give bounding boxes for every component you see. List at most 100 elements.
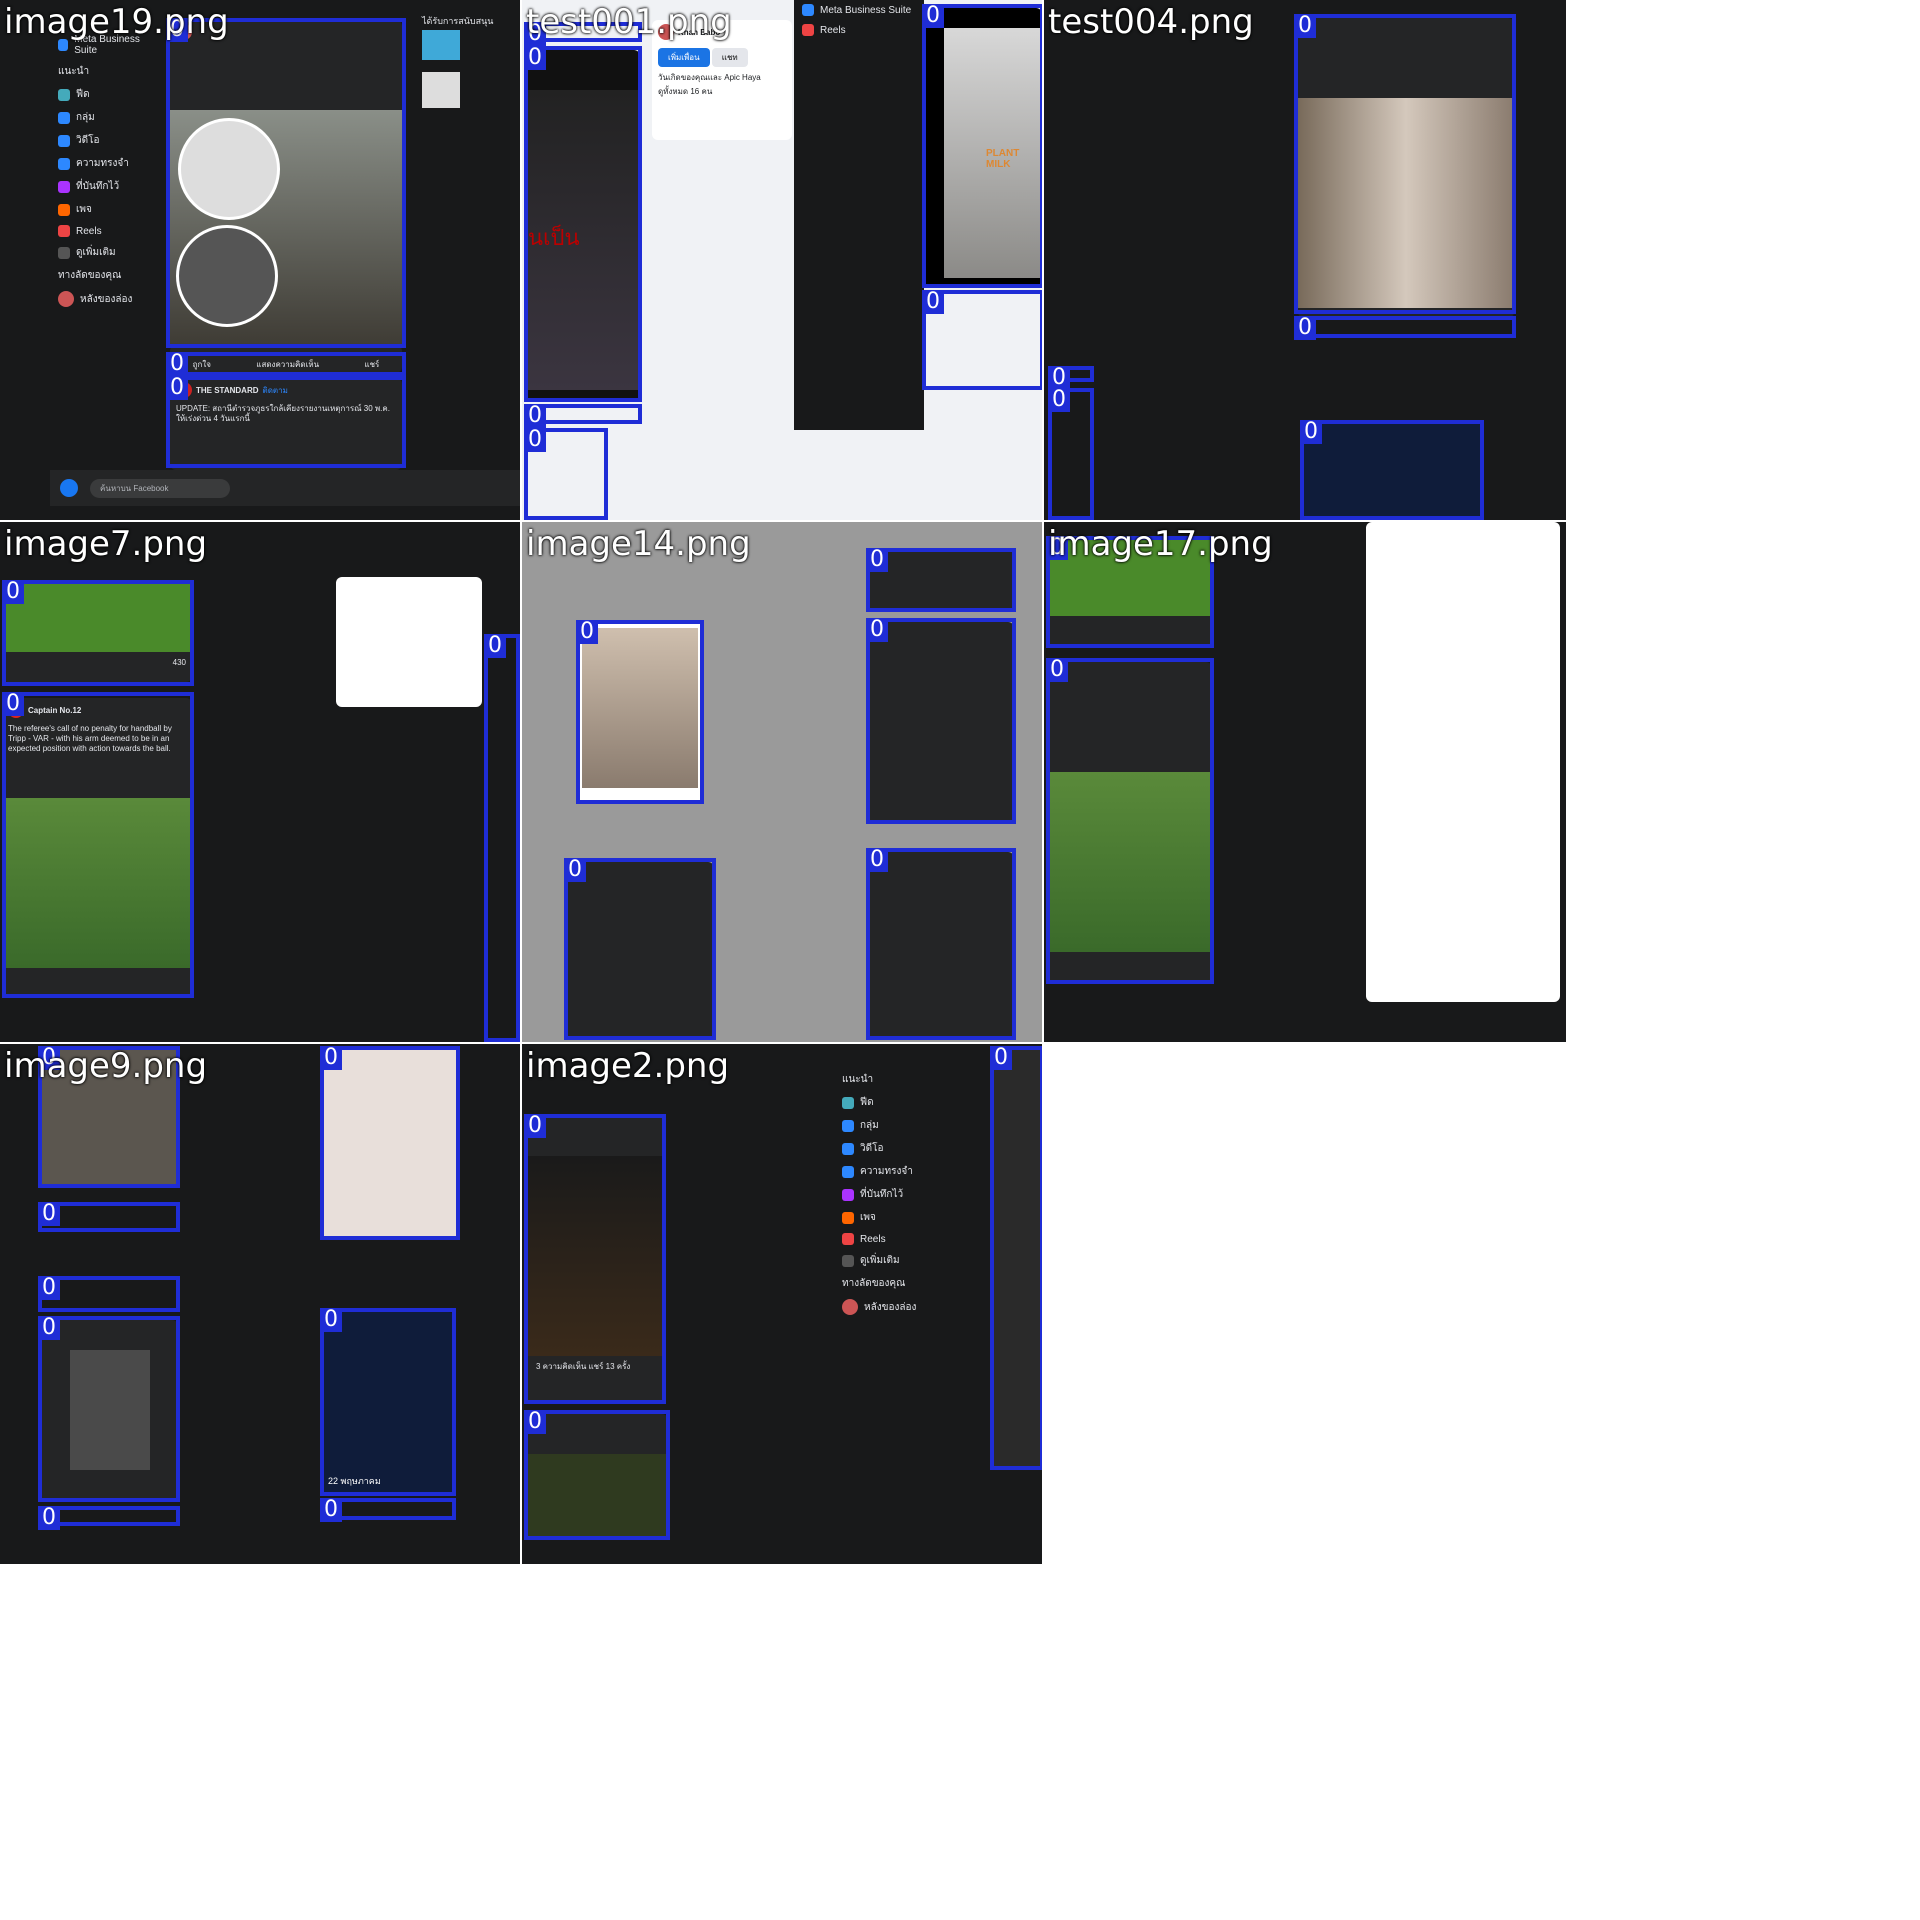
detection-box: 0 (1048, 366, 1094, 390)
detection-box: 0 (1294, 316, 1516, 340)
sidebar: Meta Business Suite Reels (794, 0, 924, 430)
video-frame (526, 1156, 664, 1356)
post-card (578, 622, 702, 802)
share-button[interactable]: แชร์ (364, 358, 379, 371)
detection-box: 0 (38, 1202, 180, 1232)
post-image (582, 628, 698, 788)
post-header: Captain No.12 (2, 698, 192, 722)
sidebar: Meta Business Suite แนะนำ ฟีด กลุ่ม วิดี… (50, 30, 160, 520)
tile-test004: test004.png 0 0 0 0 0 (1044, 0, 1568, 522)
post-image (2, 798, 192, 968)
post-card: THE STANDARD ติดตาม UPDATE: สถานีตำรวจภูธ… (170, 378, 402, 470)
sidebar-item-reels[interactable]: Reels (794, 20, 924, 40)
sidebar-item-feed[interactable]: ฟีด (50, 83, 160, 106)
post-card (868, 550, 1014, 610)
facebook-logo-icon[interactable] (60, 479, 78, 497)
sidebar-section: แนะนำ (842, 1074, 874, 1085)
reels-icon (58, 225, 70, 237)
sidebar-item-memories[interactable]: ความทรงจำ (50, 152, 160, 175)
sidebar-item-saved[interactable]: ที่บันทึกไว้ (50, 175, 160, 198)
bookmark-icon (842, 1188, 854, 1201)
clock-icon (58, 157, 70, 170)
sidebar-item-feed[interactable]: ฟีด (834, 1091, 984, 1114)
tile-filename: image9.png (4, 1046, 208, 1086)
post-card: 22 พฤษภาคม (322, 1312, 454, 1494)
post-author[interactable]: Captain No.12 (28, 706, 81, 715)
sidebar-item-meta[interactable]: Meta Business Suite (794, 0, 924, 20)
post-image (70, 1350, 150, 1470)
video-frame (526, 1454, 668, 1538)
add-friend-button[interactable]: เพิ่มเพื่อน (658, 48, 710, 67)
follow-link[interactable]: ติดตาม (263, 384, 288, 397)
shortcut-item[interactable]: หลังของล่อง (834, 1295, 984, 1319)
tile-image2: image2.png 3 ความคิดเห็น แชร์ 13 ครั้ง แ… (522, 1044, 1044, 1566)
tile-filename: image19.png (4, 2, 229, 42)
like-button[interactable]: ถูกใจ (193, 358, 211, 371)
post-card (40, 1320, 178, 1500)
profile-panel (336, 577, 482, 707)
comment-button[interactable]: แสดงความคิดเห็น (256, 358, 319, 371)
post-card (1300, 420, 1480, 520)
sidebar-item-reels[interactable]: Reels (50, 221, 160, 241)
inset-image (176, 225, 278, 327)
feed-icon (58, 88, 70, 101)
tile-filename: image14.png (526, 524, 751, 564)
meta-icon (802, 4, 814, 16)
poster-date: 22 พฤษภาคม (328, 1476, 381, 1486)
birthday-text[interactable]: วันเกิดของคุณและ Apic Haya (652, 71, 792, 85)
chevron-down-icon (842, 1254, 854, 1267)
sidebar-item-video[interactable]: วิดีโอ (50, 129, 160, 152)
sidebar-item-more[interactable]: ดูเพิ่มเติม (50, 241, 160, 264)
reels-icon (802, 24, 814, 36)
avatar (58, 291, 74, 307)
detection-box: 0 (38, 1276, 180, 1312)
post-header: THE STANDARD ติดตาม (170, 378, 402, 402)
sidebar-item-groups[interactable]: กลุ่ม (50, 106, 160, 129)
post-card: PLANT MILK (924, 8, 1042, 288)
flag-icon (58, 203, 70, 216)
shortcut-item[interactable]: หลังของล่อง (50, 287, 160, 311)
post-card: Captain No.12 The referee's call of no p… (2, 698, 192, 998)
tile-filename: image7.png (4, 524, 208, 564)
tile-test001: test001.png นเป็น Khan Babo เพิ่มเพื่อน … (522, 0, 1044, 522)
post-card (170, 20, 402, 350)
detection-box: 0 (524, 428, 608, 520)
tile-image7: image7.png 430 Captain No.12 The referee… (0, 522, 522, 1044)
shortcuts-title: ทางลัดของคุณ (842, 1278, 906, 1289)
sponsored-title: ได้รับการสนับสนุน (422, 16, 494, 26)
sidebar-item-saved[interactable]: ที่บันทึกไว้ (834, 1183, 984, 1206)
reels-icon (842, 1233, 854, 1245)
post-actions-bar: ถูกใจ แสดงความคิดเห็น แชร์ (170, 345, 402, 373)
bookmark-icon (58, 180, 70, 193)
detection-box: 0 (1048, 388, 1094, 520)
message-button[interactable]: แชท (711, 48, 748, 67)
post-card (322, 1048, 458, 1238)
avatar (176, 382, 192, 398)
post-card: 3 ความคิดเห็น แชร์ 13 ครั้ง (526, 1116, 664, 1402)
tile-filename: test001.png (526, 2, 732, 42)
post-card (868, 622, 1014, 822)
sidebar-section: แนะนำ (58, 66, 90, 77)
feed-icon (842, 1096, 854, 1109)
shortcuts-title: ทางลัดของคุณ (58, 270, 122, 281)
sidebar-item-groups[interactable]: กลุ่ม (834, 1114, 984, 1137)
post-card (566, 862, 714, 1038)
sidebar-item-pages[interactable]: เพจ (834, 1206, 984, 1229)
sidebar-item-more[interactable]: ดูเพิ่มเติม (834, 1249, 984, 1272)
post-text: The referee's call of no penalty for han… (8, 724, 172, 753)
search-input[interactable]: ค้นหาบน Facebook (90, 478, 230, 498)
photo-collage (1298, 98, 1514, 308)
video-thumbnail (2, 582, 192, 652)
ad-thumbnail[interactable] (422, 30, 460, 60)
post-author[interactable]: THE STANDARD (196, 386, 259, 395)
sidebar-item-reels[interactable]: Reels (834, 1229, 984, 1249)
top-navbar: ค้นหาบน Facebook (50, 470, 520, 506)
sidebar-item-video[interactable]: วิดีโอ (834, 1137, 984, 1160)
tile-filename: test004.png (1048, 2, 1254, 42)
tile-image14: image14.png 0 0 0 0 0 (522, 522, 1044, 1044)
sidebar-item-memories[interactable]: ความทรงจำ (834, 1160, 984, 1183)
sidebar-item-pages[interactable]: เพจ (50, 198, 160, 221)
ad-thumbnail[interactable] (422, 72, 460, 108)
see-all-link[interactable]: ดูทั้งหมด 16 คน (652, 85, 792, 99)
clock-icon (842, 1165, 854, 1178)
